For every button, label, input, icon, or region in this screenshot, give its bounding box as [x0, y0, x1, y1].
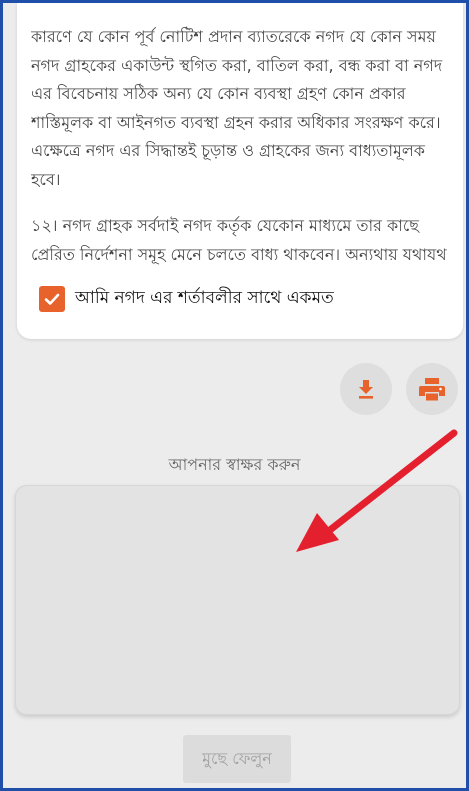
print-button[interactable]	[406, 363, 458, 415]
download-icon	[359, 380, 373, 399]
agree-checkbox[interactable]	[39, 286, 65, 312]
download-button[interactable]	[340, 363, 392, 415]
app-screen: কারণে যে কোন পূর্ব নোটিশ প্রদান ব্যাতরেক…	[3, 3, 466, 788]
agree-label: আমি নগদ এর শর্তাবলীর সাথে একমত	[75, 288, 334, 308]
signature-label: আপনার স্বাক্ষর করুন	[168, 455, 301, 474]
terms-paragraph: ১২। নগদ গ্রাহক সর্বদাই নগদ কর্তৃক যেকোন …	[31, 216, 447, 264]
print-icon	[419, 378, 445, 401]
terms-card: কারণে যে কোন পূর্ব নোটিশ প্রদান ব্যাতরেক…	[17, 3, 463, 339]
terms-scroll-area[interactable]: কারণে যে কোন পূর্ব নোটিশ প্রদান ব্যাতরেক…	[31, 23, 451, 273]
agree-terms-row[interactable]: আমি নগদ এর শর্তাবলীর সাথে একমত	[39, 283, 334, 315]
clear-signature-button[interactable]: মুছে ফেলুন	[183, 735, 291, 783]
terms-paragraph: কারণে যে কোন পূর্ব নোটিশ প্রদান ব্যাতরেক…	[31, 27, 443, 189]
checkmark-icon	[44, 293, 60, 305]
signature-pad[interactable]	[15, 485, 460, 715]
